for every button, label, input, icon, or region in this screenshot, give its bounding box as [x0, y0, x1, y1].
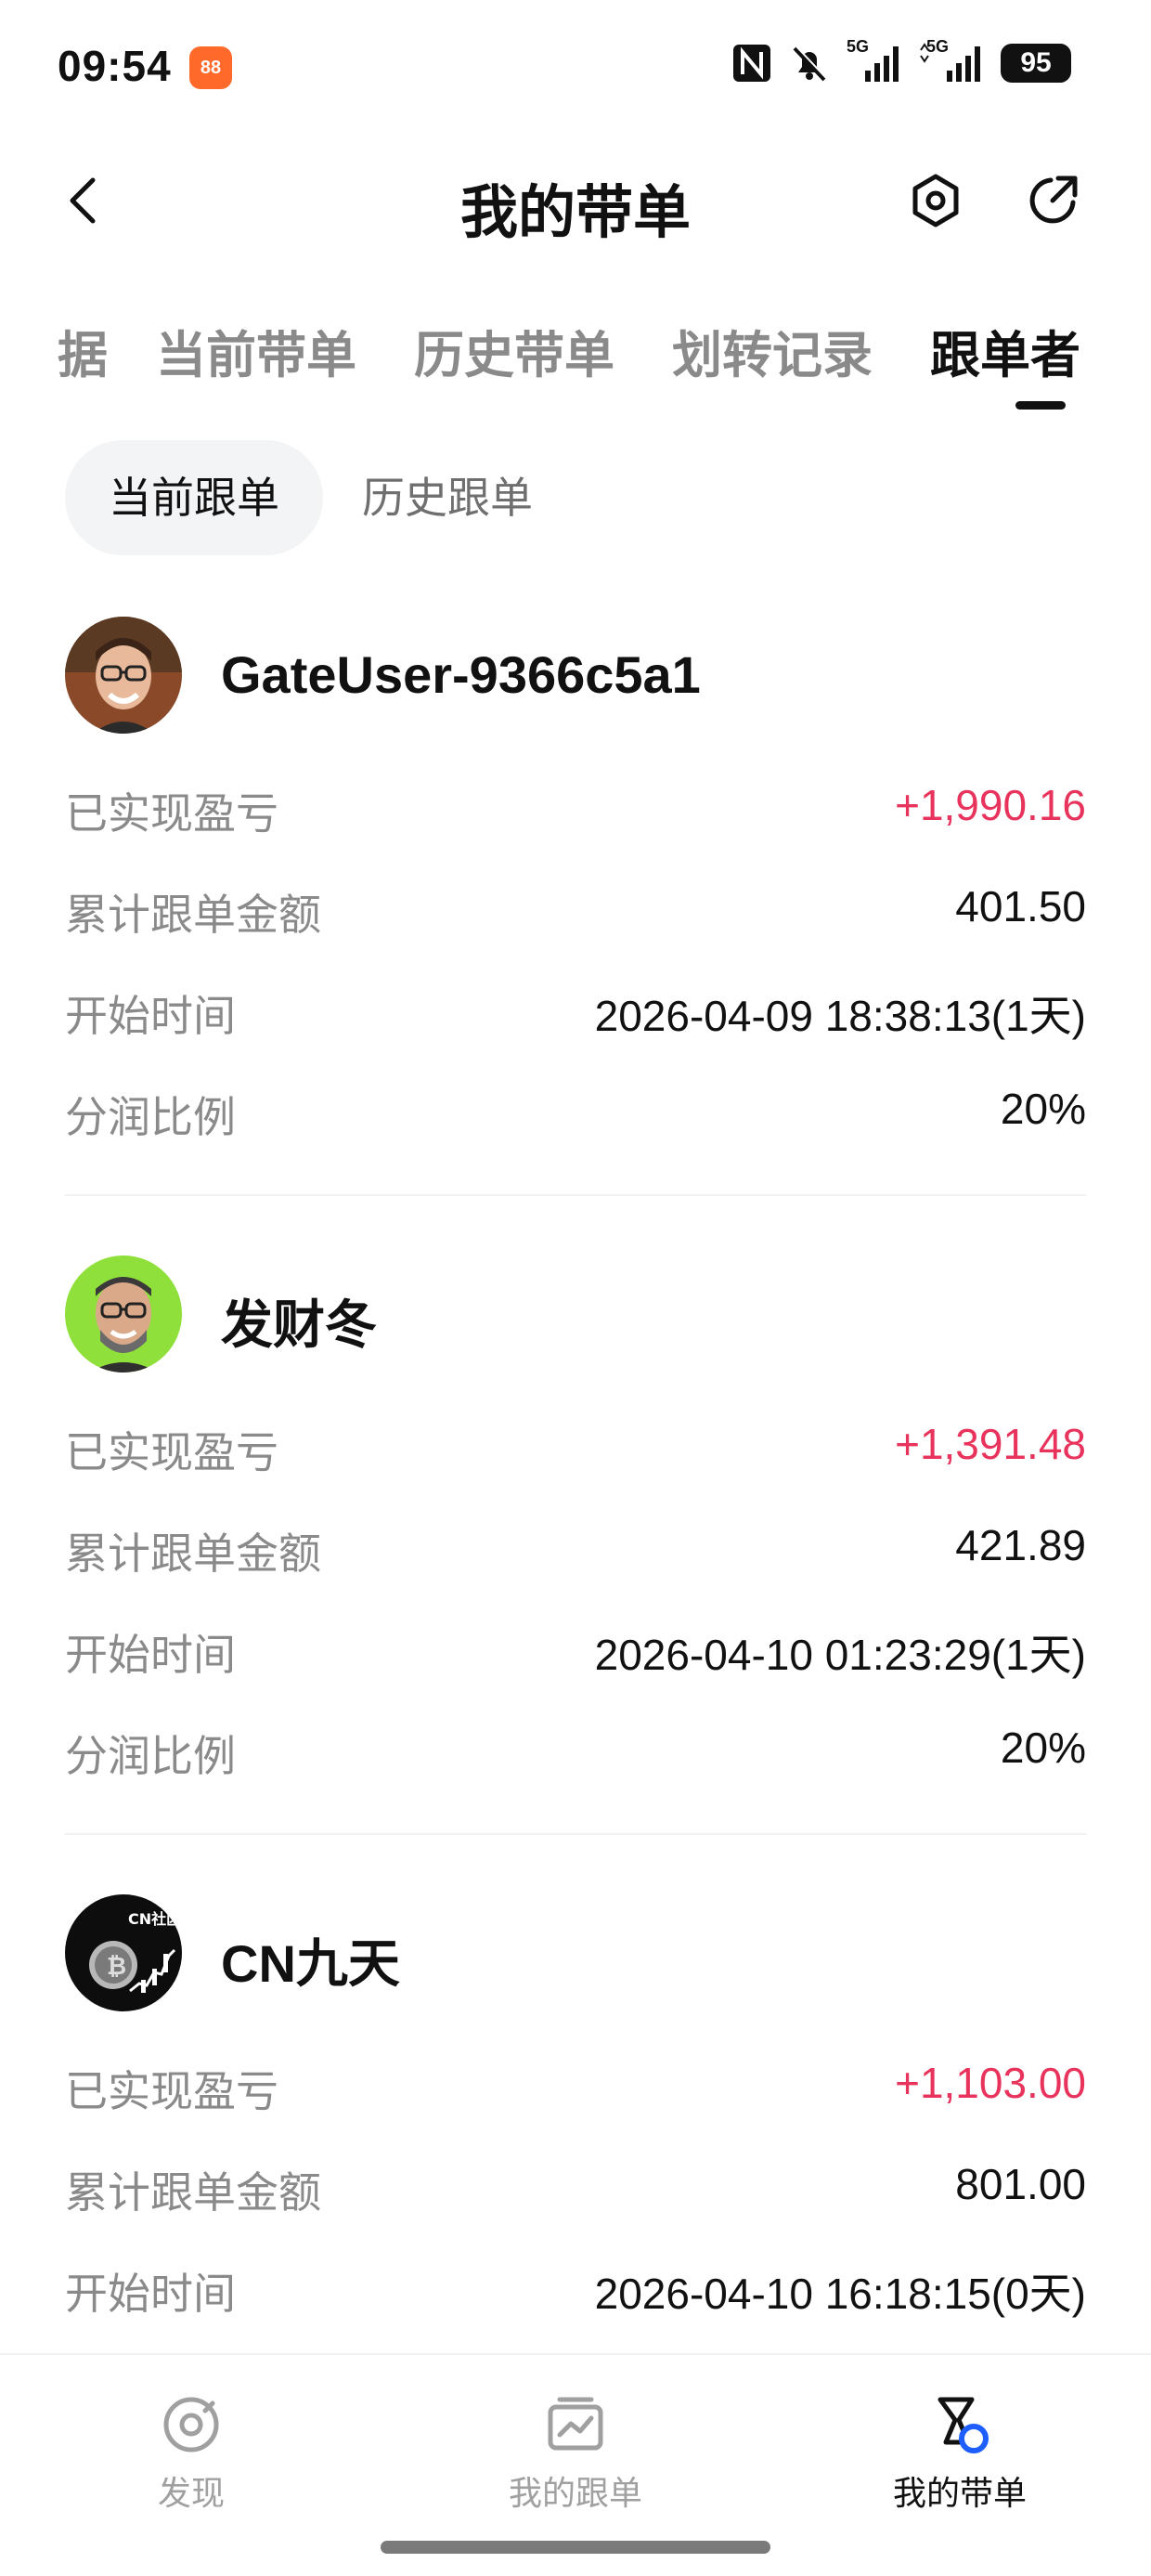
page-title: 我的带单 — [459, 181, 691, 245]
profit-share-value: 20% — [1000, 1724, 1086, 1772]
stat-label: 开始时间 — [65, 2270, 236, 2318]
stat-row-total-amount: 累计跟单金额 401.50 — [65, 872, 1086, 946]
stat-row-realized-pnl: 已实现盈亏 +1,391.48 — [65, 1410, 1086, 1484]
realized-pnl-value: +1,103.00 — [895, 2059, 1086, 2107]
stat-label: 累计跟单金额 — [65, 1529, 321, 1578]
divider — [65, 1194, 1086, 1196]
tab-followers[interactable]: 跟单者 — [930, 314, 1080, 387]
realized-pnl-value: +1,391.48 — [895, 1420, 1086, 1468]
subtab-current-follow[interactable]: 当前跟单 — [65, 440, 323, 555]
page-header: 我的带单 — [0, 139, 1151, 260]
app-notification-icon: 88 — [189, 46, 232, 89]
stat-label: 开始时间 — [65, 992, 236, 1040]
start-time-value: 2026-04-10 16:18:15(0天) — [594, 2270, 1086, 2318]
follower-card[interactable]: GateUser-9366c5a1 已实现盈亏 +1,990.16 累计跟单金额… — [65, 594, 1086, 1233]
profit-share-value: 20% — [1000, 1085, 1086, 1133]
nfc-icon — [733, 45, 770, 82]
stat-label: 已实现盈亏 — [65, 1428, 278, 1477]
start-time-value: 2026-04-10 01:23:29(1天) — [594, 1631, 1086, 1679]
battery-indicator: 95 — [1001, 44, 1071, 83]
realized-pnl-value: +1,990.16 — [895, 781, 1086, 829]
stat-row-profit-share: 分润比例 20% — [65, 1713, 1086, 1788]
follower-card[interactable]: 发财冬 已实现盈亏 +1,391.48 累计跟单金额 421.89 开始时间 2… — [65, 1233, 1086, 1872]
stat-row-start-time: 开始时间 2026-04-10 01:23:29(1天) — [65, 1612, 1086, 1686]
follower-header: GateUser-9366c5a1 — [65, 617, 1086, 734]
stat-label: 已实现盈亏 — [65, 2067, 278, 2115]
follower-header: ₿ CN社区 CN九天 — [65, 1894, 1086, 2011]
nav-my-follow[interactable]: 我的跟单 — [464, 2392, 687, 2515]
lead-trade-icon — [938, 2397, 989, 2453]
tab-data[interactable]: 据 — [58, 314, 108, 387]
avatar — [65, 617, 182, 734]
avatar: ₿ CN社区 — [65, 1894, 182, 2011]
stat-label: 累计跟单金额 — [65, 2168, 321, 2217]
avatar — [65, 1255, 182, 1373]
stat-label: 开始时间 — [65, 1631, 236, 1679]
stat-row-start-time: 开始时间 2026-04-10 16:18:15(0天) — [65, 2251, 1086, 2325]
stat-label: 已实现盈亏 — [65, 789, 278, 838]
avatar-text: CN社区 — [128, 1910, 181, 1928]
stat-row-start-time: 开始时间 2026-04-09 18:38:13(1天) — [65, 973, 1086, 1047]
active-tab-indicator — [1015, 401, 1066, 410]
start-time-value: 2026-04-09 18:38:13(1天) — [594, 992, 1086, 1040]
tab-transfer-records[interactable]: 划转记录 — [672, 314, 873, 387]
chart-icon — [548, 2397, 603, 2451]
nav-label: 我的带单 — [892, 2474, 1027, 2512]
signal-icon-2: 5G — [919, 37, 984, 84]
tab-current-lead[interactable]: 当前带单 — [156, 314, 356, 387]
settings-button[interactable] — [906, 171, 965, 230]
stat-row-total-amount: 累计跟单金额 421.89 — [65, 1511, 1086, 1585]
stat-label: 分润比例 — [65, 1732, 236, 1780]
subtab-history-follow[interactable]: 历史跟单 — [362, 440, 533, 555]
follower-header: 发财冬 — [65, 1255, 1086, 1373]
home-indicator[interactable] — [381, 2541, 770, 2554]
stat-row-total-amount: 累计跟单金额 801.00 — [65, 2150, 1086, 2224]
share-button[interactable] — [1023, 171, 1082, 230]
nav-label: 我的跟单 — [508, 2474, 642, 2512]
bell-muted-icon — [793, 46, 827, 82]
nav-discover[interactable]: 发现 — [80, 2392, 303, 2515]
discover-icon — [163, 2397, 219, 2452]
stat-row-profit-share: 分润比例 20% — [65, 1074, 1086, 1149]
nav-my-lead[interactable]: 我的带单 — [848, 2392, 1071, 2515]
main-tab-bar: 据 当前带单 历史带单 划转记录 跟单者 — [0, 297, 1151, 418]
tab-history-lead[interactable]: 历史带单 — [414, 314, 614, 387]
stat-label: 累计跟单金额 — [65, 891, 321, 939]
hexagon-settings-icon — [912, 174, 959, 228]
stat-row-realized-pnl: 已实现盈亏 +1,990.16 — [65, 771, 1086, 845]
svg-text:₿: ₿ — [107, 1953, 126, 1981]
follower-name: 发财冬 — [221, 1295, 377, 1354]
stat-label: 分润比例 — [65, 1093, 236, 1141]
total-amount-value: 801.00 — [955, 2160, 1086, 2208]
share-icon — [1029, 176, 1078, 224]
nav-label: 发现 — [157, 2474, 225, 2512]
total-amount-value: 401.50 — [955, 882, 1086, 930]
signal-icon-1: 5G — [847, 37, 902, 84]
follower-name: GateUser-9366c5a1 — [221, 645, 701, 704]
follower-name: CN九天 — [221, 1934, 400, 1993]
status-bar: 09:54 88 5G 5G 95 — [0, 0, 1151, 139]
total-amount-value: 421.89 — [955, 1521, 1086, 1569]
status-time: 09:54 — [58, 42, 172, 90]
status-indicators: 5G 5G 95 — [731, 37, 1071, 84]
divider — [65, 1833, 1086, 1835]
app-icon-text: 88 — [200, 57, 222, 78]
stat-row-realized-pnl: 已实现盈亏 +1,103.00 — [65, 2049, 1086, 2123]
